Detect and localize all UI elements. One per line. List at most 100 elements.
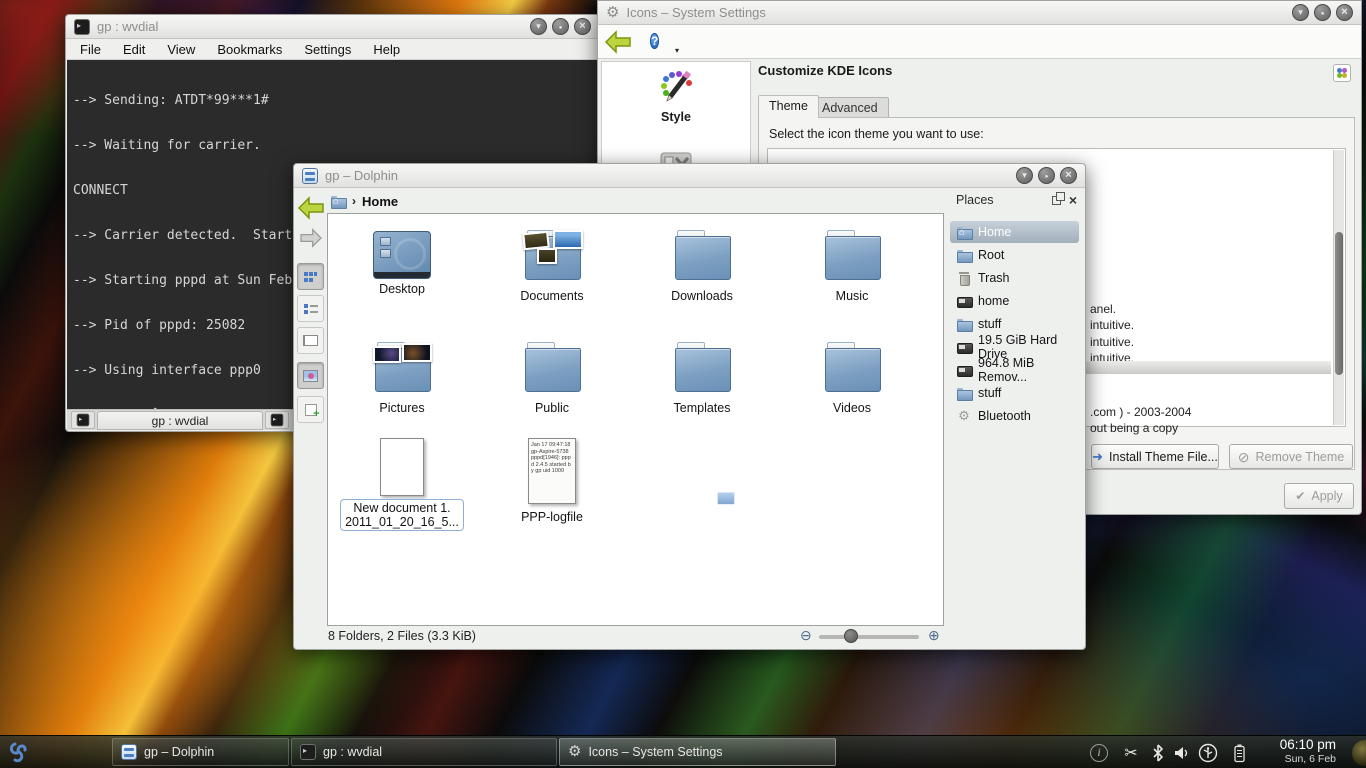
task-dolphin[interactable]: gp – Dolphin [112, 738, 289, 766]
folder-item[interactable]: Music [782, 224, 922, 303]
details-view-button[interactable] [297, 295, 324, 322]
folder-item[interactable]: Pictures [332, 336, 472, 415]
detach-tab-button[interactable] [265, 411, 289, 429]
minimize-button[interactable] [1016, 167, 1033, 184]
float-panel-icon[interactable] [1052, 196, 1061, 205]
menu-bookmarks[interactable]: Bookmarks [217, 42, 282, 57]
forward-button[interactable] [298, 227, 324, 249]
sidebar-item-style[interactable]: Style [602, 62, 750, 124]
places-item-stuff[interactable]: stuff [950, 313, 1079, 335]
places-item-removable[interactable]: 964.8 MiB Remov... [950, 359, 1079, 381]
zoom-slider-handle[interactable] [844, 629, 858, 643]
app-launcher-button[interactable] [3, 737, 35, 767]
usb-device-notifier-icon[interactable] [1194, 736, 1222, 768]
places-item-home-drive[interactable]: home [950, 290, 1079, 312]
task-label: gp – Dolphin [144, 745, 214, 759]
scrollbar-thumb[interactable] [1335, 232, 1343, 375]
scrollbar[interactable] [1333, 150, 1344, 425]
menu-settings[interactable]: Settings [304, 42, 351, 57]
theme-list-item[interactable]: intuitive. [1090, 335, 1134, 349]
close-panel-icon[interactable]: × [1069, 194, 1077, 206]
info-tray-icon[interactable]: i [1086, 736, 1112, 768]
icons-view-button[interactable] [297, 263, 324, 290]
dolphin-statusbar: 8 Folders, 2 Files (3.3 KiB) ⊖ ⊕ [295, 624, 1084, 648]
task-system-settings[interactable]: ⚙ Icons – System Settings [559, 738, 836, 766]
menu-edit[interactable]: Edit [123, 42, 145, 57]
file-item-selected[interactable]: New document 1.2011_01_20_16_5... [332, 438, 472, 531]
preview-button[interactable] [297, 362, 324, 389]
panel-toolbox-icon[interactable] [1352, 740, 1366, 766]
help-button[interactable]: ? ▾ [650, 32, 672, 53]
theme-list-item[interactable]: .com ) - 2003-2004 [1090, 405, 1191, 419]
menu-help[interactable]: Help [373, 42, 400, 57]
folder-label: Music [782, 289, 922, 303]
terminal-line: --> Sending: ATDT*99***1# [73, 93, 592, 108]
terminal-titlebar[interactable]: gp : wvdial [66, 15, 599, 39]
breadcrumb: ⌂ › Home [330, 190, 398, 212]
task-wvdial[interactable]: gp : wvdial [291, 738, 557, 766]
apply-button[interactable]: ✔ Apply [1284, 483, 1354, 509]
theme-list-item[interactable]: anel. [1090, 302, 1116, 316]
minimize-button[interactable] [530, 18, 547, 35]
zoom-in-icon[interactable]: ⊕ [928, 627, 940, 644]
breadcrumb-home[interactable]: Home [362, 194, 398, 209]
menu-file[interactable]: File [80, 42, 101, 57]
places-item-hard-drive[interactable]: 19.5 GiB Hard Drive [950, 336, 1079, 358]
columns-view-button[interactable] [297, 327, 324, 354]
tab-advanced[interactable]: Advanced [811, 97, 889, 118]
bluetooth-icon[interactable] [1146, 736, 1170, 768]
maximize-button[interactable] [1314, 4, 1331, 21]
theme-list-item[interactable]: intuitive. [1090, 318, 1134, 332]
trash-icon [956, 270, 972, 286]
places-item-root[interactable]: Root [950, 244, 1079, 266]
close-button[interactable] [1336, 4, 1353, 21]
folder-item[interactable]: Public [482, 336, 622, 415]
dolphin-window: gp – Dolphin ⌂ › Home Desktop [293, 163, 1086, 650]
volume-icon[interactable] [1170, 736, 1194, 768]
home-folder-icon[interactable]: ⌂ [330, 193, 346, 209]
system-settings-titlebar[interactable]: ⚙ Icons – System Settings [598, 1, 1361, 25]
file-item[interactable]: Jan 17 09:47:18 gp-Aspire-5738 pppd[1946… [482, 438, 622, 524]
zoom-slider-track[interactable] [819, 635, 919, 639]
places-label: home [978, 294, 1009, 308]
folder-view[interactable]: Desktop Documents Downloads Music Pictur… [327, 213, 944, 626]
clock[interactable]: 06:10 pm Sun, 6 Feb [1258, 737, 1338, 767]
tab-theme[interactable]: Theme [758, 95, 819, 118]
back-button[interactable] [604, 30, 632, 59]
folder-item[interactable]: Downloads [632, 224, 772, 303]
zoom-out-icon[interactable]: ⊖ [800, 627, 812, 644]
folder-label: Documents [482, 289, 622, 303]
folder-item[interactable]: Desktop [332, 224, 472, 296]
back-button[interactable] [296, 195, 326, 221]
remove-theme-button[interactable]: ⊘ Remove Theme [1229, 444, 1353, 469]
preview-icon [303, 370, 318, 382]
maximize-button[interactable] [552, 18, 569, 35]
places-item-trash[interactable]: Trash [950, 267, 1079, 289]
dolphin-title: gp – Dolphin [325, 168, 398, 183]
folder-item[interactable]: Templates [632, 336, 772, 415]
places-item-bluetooth[interactable]: ⚙ Bluetooth [950, 405, 1079, 427]
menu-view[interactable]: View [167, 42, 195, 57]
selected-file-label: New document 1.2011_01_20_16_5... [340, 499, 464, 531]
places-label: stuff [978, 317, 1001, 331]
install-theme-button[interactable]: ➜ Install Theme File... [1091, 444, 1219, 469]
folder-item[interactable]: Videos [782, 336, 922, 415]
terminal-tab[interactable]: gp : wvdial [97, 411, 263, 430]
klipper-scissors-icon[interactable]: ✂ [1118, 736, 1144, 768]
terminal-icon [300, 744, 316, 760]
folder-item[interactable]: Documents [482, 224, 622, 303]
places-item-stuff2[interactable]: stuff [950, 382, 1079, 404]
theme-list-item[interactable]: out being a copy [1090, 421, 1178, 435]
overview-grid-icon [1333, 64, 1351, 82]
close-button[interactable] [1060, 167, 1077, 184]
places-item-home[interactable]: ⌂ Home [950, 221, 1079, 243]
taskbar: gp – Dolphin gp : wvdial ⚙ Icons – Syste… [0, 735, 1366, 768]
minimize-button[interactable] [1292, 4, 1309, 21]
dolphin-titlebar[interactable]: gp – Dolphin [294, 164, 1085, 188]
close-button[interactable] [574, 18, 591, 35]
new-tab-button[interactable] [71, 411, 95, 429]
maximize-button[interactable] [1038, 167, 1055, 184]
split-view-button[interactable] [297, 396, 324, 423]
battery-icon[interactable] [1226, 736, 1252, 768]
places-label: Bluetooth [978, 409, 1031, 423]
